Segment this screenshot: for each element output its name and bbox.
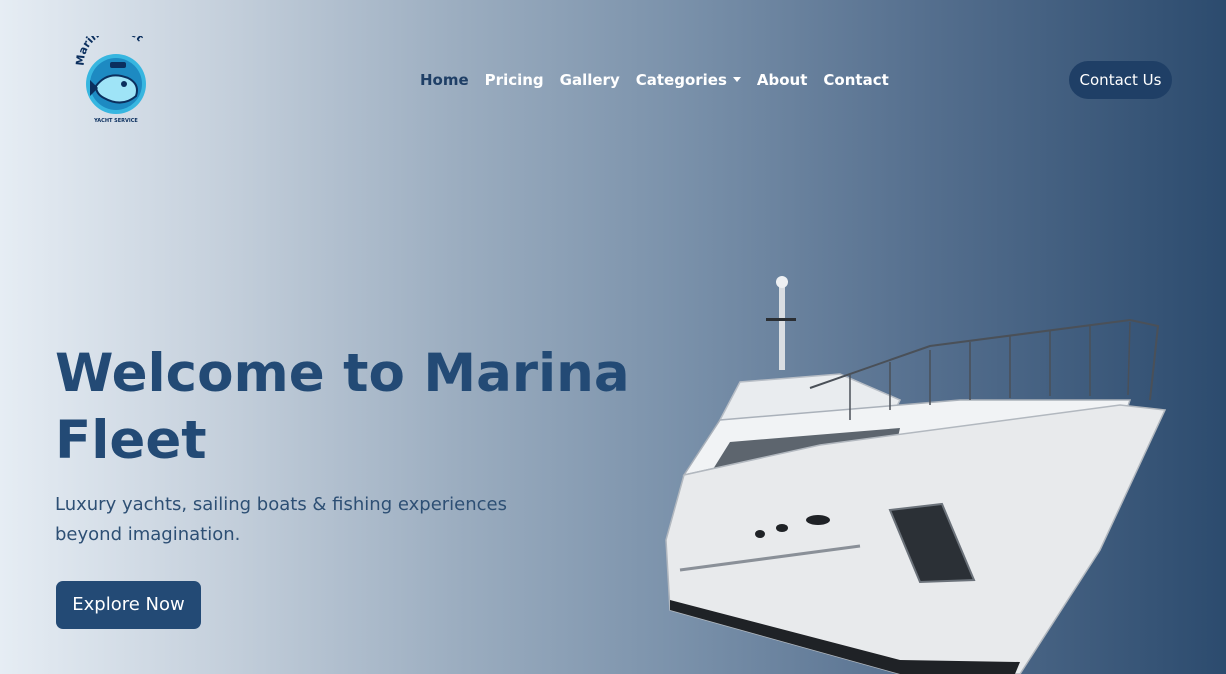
fish-eye	[121, 81, 127, 87]
hero-subtitle: Luxury yachts, sailing boats & fishing e…	[55, 494, 507, 545]
nav-gallery[interactable]: Gallery	[552, 70, 628, 90]
nav-home[interactable]: Home	[412, 70, 477, 90]
nav-categories[interactable]: Categories	[628, 70, 749, 90]
logo-tagline: YACHT SERVICE	[93, 118, 138, 124]
yacht-image	[665, 276, 1167, 674]
fish-hat	[110, 62, 126, 68]
yacht-porthole	[806, 515, 830, 525]
marina-fleet-logo[interactable]: Marina Fleet YACHT SERVICE	[74, 36, 158, 126]
hero-title: Welcome to Marina Fleet	[55, 343, 630, 471]
contact-us-button[interactable]: Contact Us	[1069, 61, 1172, 99]
hero-page: Marina Fleet YACHT SERVICE Home Pricing …	[0, 0, 1226, 674]
yacht-mast-arm	[766, 318, 796, 321]
nav-about[interactable]: About	[749, 70, 816, 90]
yacht-porthole	[776, 524, 788, 532]
yacht-porthole	[755, 530, 765, 538]
nav-categories-label: Categories	[635, 71, 727, 89]
nav-pricing[interactable]: Pricing	[477, 70, 552, 90]
yacht-mast	[779, 280, 785, 370]
explore-now-button[interactable]: Explore Now	[56, 581, 201, 629]
main-nav: Home Pricing Gallery Categories About Co…	[412, 70, 897, 90]
yacht-radar-dome	[776, 276, 788, 288]
caret-down-icon	[732, 77, 741, 82]
nav-contact[interactable]: Contact	[815, 70, 896, 90]
